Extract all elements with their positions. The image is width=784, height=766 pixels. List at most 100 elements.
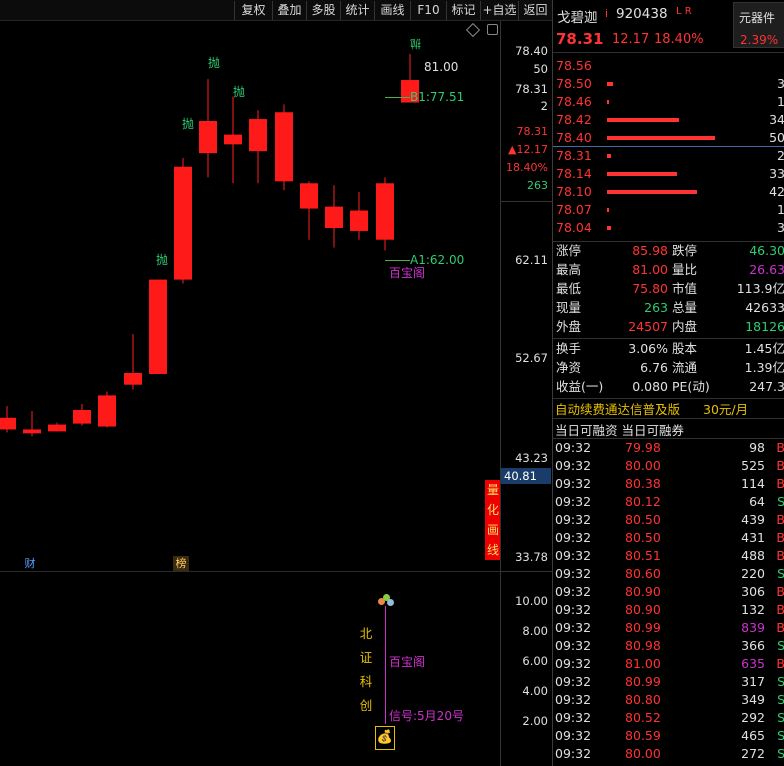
candle-body [224, 134, 242, 145]
candle-body [98, 395, 116, 427]
candle-body [249, 119, 267, 152]
back-button[interactable]: 返回 [518, 1, 552, 20]
tick-row: 09:32 80.80 349 S [555, 692, 784, 707]
ask-level-0[interactable]: 78.56 [553, 57, 784, 75]
price-change: 12.17 [612, 32, 650, 47]
quant-char: 线 [486, 543, 499, 557]
ask-level-4[interactable]: 78.40 50 [553, 129, 784, 147]
quote-panel: 戈碧迦 i 920438 L R 元器件 2.39% 78.31 12.17 1… [552, 0, 784, 766]
ask-volume: 3 [777, 76, 784, 91]
candle-body [23, 429, 41, 434]
candle-body [275, 112, 293, 182]
sell-signal-label-top: 抛 [410, 37, 421, 50]
stock-terminal: 复权 叠加 多股 统计 画线 F10 标记 +自选 返回 抛 抛 抛 抛 抛 8… [0, 0, 784, 766]
lower-axis-tick: 10.00 [515, 594, 548, 608]
baobao-label: 百宝阁 [389, 266, 426, 280]
signal-date-label: 信号:5月20号 [389, 709, 464, 723]
ask-level-1[interactable]: 78.50 3 [553, 75, 784, 93]
axis-tick: 33.78 [515, 550, 548, 564]
ask-level-3[interactable]: 78.42 34 [553, 111, 784, 129]
money-bag-icon[interactable]: 💰 [375, 726, 395, 750]
candle-body [48, 424, 66, 432]
promo-text[interactable]: 自动续费通达信普及版 [555, 399, 680, 418]
sell-signal-label: 抛 [156, 253, 169, 267]
stock-code: 920438 [616, 6, 668, 22]
stat-row-2: 收益(一) 0.080 PE(动) 247.3 [556, 379, 784, 394]
overlay-button[interactable]: 叠加 [272, 1, 306, 20]
stat-row-2: 换手 3.06% 股本 1.45亿 [556, 341, 784, 356]
stats-grid: 涨停 85.98 跌停 46.30 最高 81.00 量比 26.63 最低 75.80 市值 113… [553, 242, 784, 338]
tick-list[interactable]: 09:32 79.98 98 B 09:32 80.00 525 B 09:32 80.38 114… [553, 439, 784, 766]
bid-level-2[interactable]: 78.10 42 [553, 183, 784, 201]
stock-flags: L R [676, 6, 692, 17]
sell-signal-label: 抛 [182, 117, 195, 131]
candle-body [124, 373, 142, 385]
bid-volume: 3 [777, 220, 784, 235]
draw-line-button[interactable]: 画线 [374, 1, 410, 20]
tick-row: 09:32 80.12 64 S [555, 494, 784, 509]
baobao-lower-label: 百宝阁 [389, 655, 426, 669]
rank-marker[interactable]: 榜 [173, 556, 189, 571]
multi-stock-button[interactable]: 多股 [306, 1, 340, 20]
quant-draw-line-button[interactable]: 量 化 画 线 [485, 480, 501, 560]
quant-char: 化 [486, 503, 499, 517]
chart-toolbar: 复权 叠加 多股 统计 画线 F10 标记 +自选 返回 [0, 0, 552, 21]
stats-grid-2: 换手 3.06% 股本 1.45亿 净资 6.76 流通 1.39亿 收益(一) 0.080 PE(… [553, 340, 784, 397]
tick-row: 09:32 80.90 132 B [555, 602, 784, 617]
side-pct: 18.40% [506, 161, 548, 174]
window-icon[interactable] [487, 24, 498, 35]
f10-button[interactable]: F10 [410, 1, 446, 20]
tick-row: 09:32 81.00 635 B [555, 656, 784, 671]
candle-body [300, 183, 318, 209]
stock-suffix: i [605, 7, 609, 20]
restore-rights-button[interactable]: 复权 [234, 1, 272, 20]
add-favorite-button[interactable]: +自选 [480, 1, 518, 20]
candle-body [73, 409, 91, 424]
sector-name: 元器件 [739, 11, 776, 25]
tick-row: 09:32 80.99 839 B [555, 620, 784, 635]
ask-depth-bar [607, 118, 679, 122]
statistics-button[interactable]: 统计 [340, 1, 374, 20]
promo-price[interactable]: 30元/月 [703, 399, 748, 418]
candle-body [0, 417, 16, 430]
stat-row: 现量 263 总量 42633 [556, 300, 784, 315]
bid-price: 78.07 [556, 202, 592, 217]
bid-level-1[interactable]: 78.14 33 [553, 165, 784, 183]
axis-tick: 2 [540, 99, 548, 113]
quant-char: 量 [486, 483, 499, 497]
lower-axis-tick: 6.00 [522, 654, 548, 668]
balloon-icon [378, 594, 394, 610]
bid-level-4[interactable]: 78.04 3 [553, 219, 784, 237]
tick-row: 09:32 80.90 306 B [555, 584, 784, 599]
margin-tabs[interactable]: 当日可融资 当日可融券 [555, 420, 684, 439]
ask-price: 78.42 [556, 112, 592, 127]
b1-line [385, 97, 410, 98]
a1-line [385, 260, 410, 261]
signal-line [385, 606, 386, 724]
candle-body [376, 183, 394, 240]
mark-button[interactable]: 标记 [446, 1, 480, 20]
order-book: 78.56 78.50 3 78.46 1 78.42 34 78.40 50 78.31 2 78.… [553, 57, 784, 239]
price-change-pct: 18.40% [654, 32, 704, 47]
price-axis: 78.40 50 78.31 2 78.31 ▲12.17 18.40% 263… [500, 21, 553, 766]
ask-level-2[interactable]: 78.46 1 [553, 93, 784, 111]
finance-marker[interactable]: 财 [22, 556, 38, 571]
sector-pct: 2.39% [740, 33, 779, 47]
bid-level-0[interactable]: 78.31 2 [553, 147, 784, 165]
tick-row: 09:32 80.38 114 B [555, 476, 784, 491]
lower-axis-tick: 8.00 [522, 624, 548, 638]
side-change: ▲12.17 [508, 143, 548, 156]
tick-row: 09:32 80.60 220 S [555, 566, 784, 581]
panel-divider [0, 571, 500, 572]
bid-level-3[interactable]: 78.07 1 [553, 201, 784, 219]
bz-char: 创 [359, 698, 373, 713]
ask-volume: 50 [769, 130, 784, 145]
candle-body [350, 210, 368, 231]
quant-char: 画 [486, 523, 499, 537]
ask-depth-bar [607, 82, 613, 86]
bid-price: 78.10 [556, 184, 592, 199]
ask-price: 78.40 [556, 130, 592, 145]
bid-price: 78.31 [556, 148, 592, 163]
bid-price: 78.14 [556, 166, 592, 181]
sector-box[interactable]: 元器件 2.39% [733, 2, 784, 48]
